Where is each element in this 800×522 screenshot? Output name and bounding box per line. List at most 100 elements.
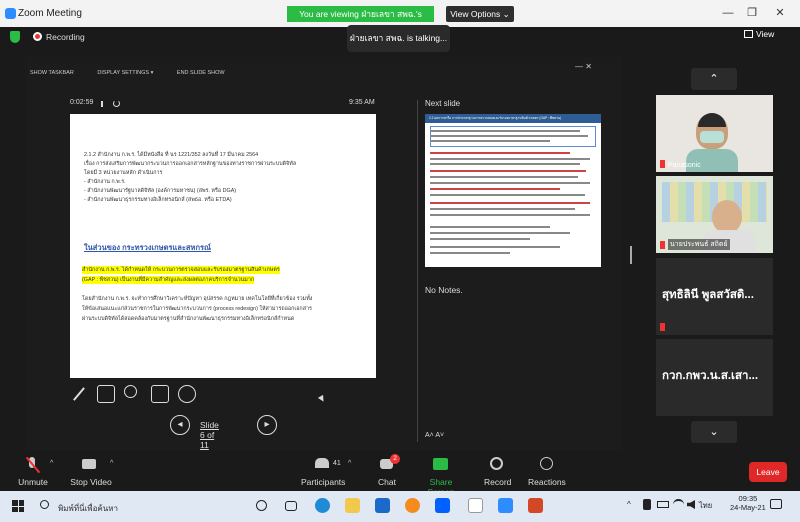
task-view-icon[interactable] [285,501,297,511]
chat-badge: 2 [390,454,400,464]
reactions-button[interactable]: Reactions [528,477,566,487]
next-slide-text [430,194,585,196]
screen-icon[interactable] [151,385,169,403]
view-options-button[interactable]: View Options ⌄ [446,6,514,22]
participant-tile[interactable]: กวก.กพว.น.ส.เสา... [656,339,773,416]
dropbox-icon[interactable] [435,498,450,513]
chat-button[interactable]: Chat [378,477,396,487]
next-slide-text [430,152,570,154]
slide-line: โดยมี 3 หน่วยงานหลัก ดำเนินการ [84,170,163,176]
participant-name: กวก.กพว.น.ส.เสา... [662,370,759,382]
share-screen-icon[interactable] [433,458,448,470]
zoom-logo-icon [5,8,16,19]
participant-mask [700,131,724,143]
next-slide-text [430,214,590,216]
pen-icon[interactable] [70,385,88,403]
reset-icon[interactable] [113,100,120,107]
slide-body-line: ผ่านระบบดิจิทัลได้สอดคล้องกับมาตรฐานที่ส… [82,316,295,322]
display-settings-button[interactable]: DISPLAY SETTINGS ▾ [97,70,153,76]
close-icon[interactable]: ✕ [770,6,790,20]
participant-tile[interactable]: สุทธิลินี พูลสวัสดิ... [656,258,773,335]
cortana-icon[interactable] [256,500,267,511]
slide-body-line: โดยสำนักงาน ก.พ.ร. จะทำการศึกษาวิเคราะห์… [82,296,313,302]
recording-icon [33,32,42,41]
next-slide-text [430,208,575,210]
end-slide-show-button[interactable]: END SLIDE SHOW [177,70,225,76]
record-icon[interactable] [490,457,503,470]
taskbar-date: 24-May-21 [730,503,766,512]
reactions-icon[interactable] [540,457,553,470]
encryption-shield-icon[interactable] [10,31,20,43]
next-slide-text [430,182,590,184]
zoom-taskbar-icon[interactable] [498,498,513,513]
video-options-chevron-icon[interactable]: ^ [110,460,113,467]
taskbar-search-input[interactable]: พิมพ์ที่นี่เพื่อค้นหา [58,502,118,515]
participant-name: Panasonic [668,162,701,169]
zoom-magnifier-icon[interactable] [124,385,137,398]
tray-chevron-icon[interactable]: ^ [627,500,631,509]
video-camera-icon[interactable] [82,459,96,469]
maximize-icon[interactable]: ❐ [742,6,762,20]
participant-tile[interactable]: Panasonic [656,95,773,172]
slide-line: - สำนักงานพัฒนารัฐบาลดิจิทัล (องค์การมหา… [84,188,237,194]
next-slide-preview[interactable]: 2.2 ผลการหารือ การนำมาตรฐานการตรวจสอบและ… [425,114,601,267]
leave-button[interactable]: Leave [749,462,787,482]
stop-video-button[interactable]: Stop Video [70,477,112,487]
show-taskbar-button[interactable]: SHOW TASKBAR [30,70,74,76]
slide-line: - สำนักงานพัฒนาธุรกรรมทางอิเล็กทรอนิกส์ … [84,197,232,203]
participants-chevron-icon[interactable]: ^ [348,460,351,467]
gallery-up-button[interactable]: ⌃ [691,68,737,90]
pane-divider[interactable] [417,100,418,442]
notes-font-size-controls[interactable]: A˄ A˅ [425,432,444,439]
previous-slide-icon[interactable]: ◂ [170,415,190,435]
next-slide-text [430,176,578,178]
microphone-tray-icon[interactable] [643,499,651,510]
next-slide-text [430,130,580,132]
unmute-button[interactable]: Unmute [18,477,48,487]
amazon-icon[interactable] [468,498,483,513]
slide-position[interactable]: Slide 6 of 11 [200,420,219,450]
muted-mic-icon [660,323,665,331]
presenter-window-controls[interactable]: — ✕ [575,62,592,71]
taskbar-clock[interactable]: 09:35 24-May-21 [730,494,766,512]
share-splitter-handle[interactable] [630,246,632,264]
notifications-icon[interactable] [770,499,782,509]
pause-icon[interactable] [101,101,103,107]
battery-icon[interactable] [657,501,669,508]
recording-label: Recording [46,32,85,42]
meeting-controls [0,450,800,491]
view-button[interactable]: View [756,29,774,39]
slide-timer: 0:02:59 [70,99,94,106]
current-slide: 2.1.2 สำนักงาน ก.พ.ร. ได้มีหนังสือ ที่ น… [70,114,376,378]
file-explorer-icon[interactable] [345,498,360,513]
record-button[interactable]: Record [484,477,511,487]
muted-mic-icon[interactable] [25,456,41,474]
powerpoint-icon[interactable] [528,498,543,513]
muted-mic-icon [660,160,665,168]
next-slide-title: 2.2 ผลการหารือ การนำมาตรฐานการตรวจสอบและ… [429,116,562,120]
next-slide-text [430,188,560,190]
gallery-down-button[interactable]: ⌄ [691,421,737,443]
edge-icon[interactable] [315,498,330,513]
participants-icon[interactable] [315,458,329,468]
more-options-icon[interactable] [178,385,196,403]
slides-grid-icon[interactable] [97,385,115,403]
participant-name: นายประพนธ์ สถิตย์ [668,239,730,250]
firefox-icon[interactable] [405,498,420,513]
next-slide-text [430,140,550,142]
next-slide-text [430,226,550,228]
muted-mic-icon [660,241,665,249]
participant-video [712,200,742,234]
start-icon[interactable] [12,500,24,512]
participants-button[interactable]: Participants [301,477,345,487]
participant-tile[interactable]: นายประพนธ์ สถิตย์ [656,176,773,253]
audio-options-chevron-icon[interactable]: ^ [50,460,53,467]
grid-view-icon[interactable] [744,30,753,38]
wifi-icon[interactable] [673,499,684,510]
slide-highlight: สำนักงาน ก.พ.ร. ได้กำหนดให้ กระบวนการตรว… [82,266,280,274]
next-slide-icon[interactable]: ▸ [257,415,277,435]
input-language[interactable]: ไทย [699,500,712,512]
search-icon[interactable] [40,500,49,509]
minimize-icon[interactable]: — [718,6,738,20]
mail-icon[interactable] [375,498,390,513]
